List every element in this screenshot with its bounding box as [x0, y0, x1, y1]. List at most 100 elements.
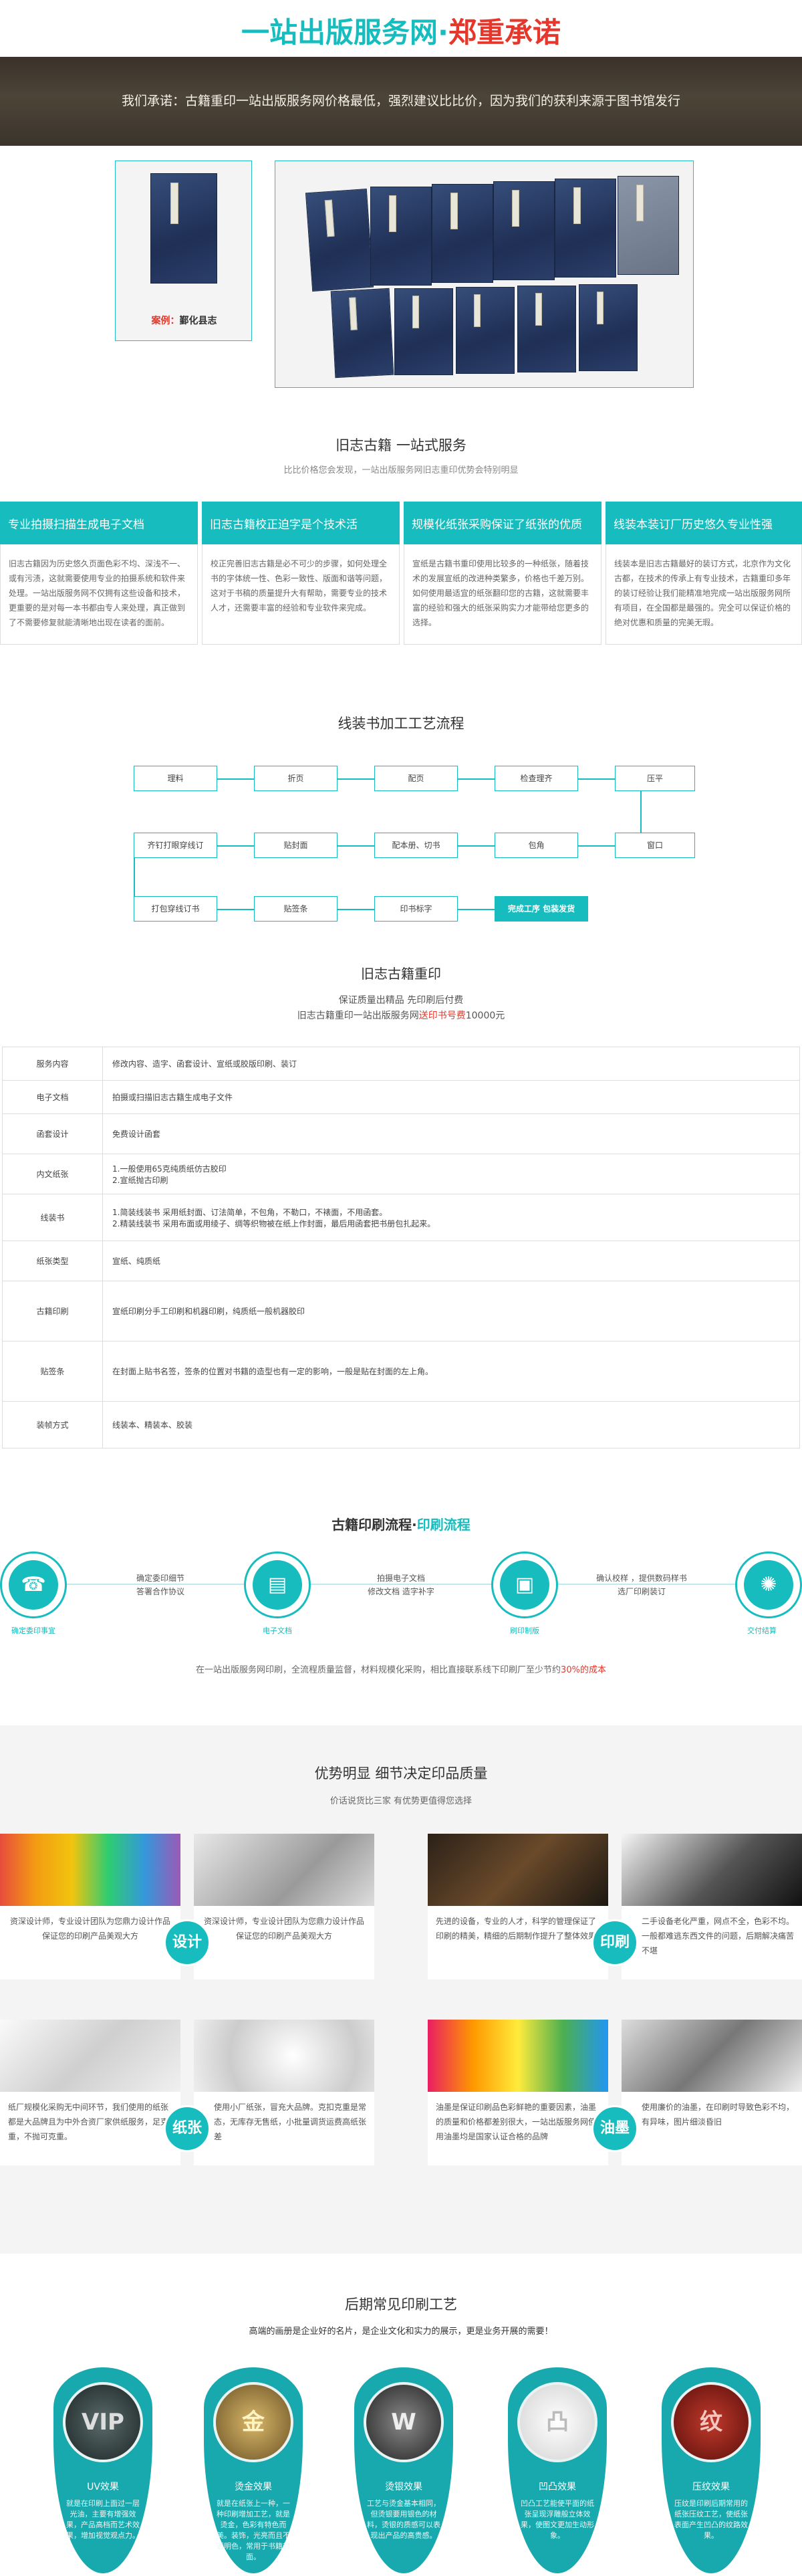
- promise-word: 郑重承诺: [448, 16, 561, 49]
- pricing-line2: 旧志古籍重印一站出版服务网送印书号费10000元: [0, 1008, 802, 1022]
- table-row: 服务内容 修改内容、造字、函套设计、宣纸或胶版印刷、装订: [2, 1047, 800, 1081]
- craft-name: 烫银效果: [385, 2482, 422, 2492]
- case-photo-set: [275, 160, 694, 388]
- pricing-line2-post: 10000元: [465, 1010, 505, 1021]
- step-circle: ▣: [491, 1551, 558, 1618]
- table-row: 电子文档 拍摄或扫描旧志古籍生成电子文件: [2, 1080, 800, 1114]
- case-photo-single: 案例：鄞化县志: [115, 160, 252, 341]
- quality-photo: [194, 2020, 374, 2092]
- pricing-line1: 保证质量出精品 先印刷后付费: [338, 995, 464, 1006]
- flow-step: 齐钉打眼穿线订: [134, 833, 217, 858]
- craft-card: 纹 压纹效果 压纹是印刷后期常用的纸张压纹工艺，使纸张表面产生凹凸的纹路效果。: [662, 2367, 761, 2573]
- flow-step: 配本册、切书: [374, 833, 458, 858]
- table-value: 线装本、精装本、胶装: [102, 1401, 800, 1448]
- id-card-icon: ▣: [500, 1560, 549, 1610]
- craft-card: 凸 凹凸效果 凹凸工艺能使平面的纸张呈现浮雕般立体效果，使图文更加生动形象。: [508, 2367, 607, 2573]
- quality-photo: [194, 1834, 374, 1906]
- book-image: [579, 284, 638, 371]
- step-label: 电子文档: [263, 1626, 292, 1635]
- table-key: 线装书: [2, 1194, 103, 1241]
- craft-desc: 就是在纸张上一种，一种印刷增加工艺，就是烫金，色彩有特色而美。装饰，光亮而且不透…: [217, 2499, 290, 2561]
- table-row: 线装书 1.简装线装书 采用纸封面、订法简单，不包角，不勒口，不裱面，不用函套。 2…: [2, 1194, 800, 1241]
- table-value: 修改内容、造字、函套设计、宣纸或胶版印刷、装订: [102, 1047, 800, 1081]
- flow-step: 贴封面: [254, 833, 338, 858]
- quality-badge: 纸张: [164, 2105, 211, 2152]
- table-value: 在封面上贴书名签，签条的位置对书籍的造型也有一定的影响，一般是贴在封面的左上角。: [102, 1341, 800, 1402]
- quality-photo: [0, 2020, 180, 2092]
- print-flow-note: 在一站出版服务网印刷，全流程质量监督，材料规模化采购，相比直接联系线下印刷厂至少…: [0, 1662, 802, 1675]
- quality-photo: [622, 2020, 802, 2092]
- step-circle: ▤: [244, 1551, 311, 1618]
- step-label: 确定委印事宜: [11, 1626, 55, 1635]
- feature-grid: 专业拍摄扫描生成电子文档 旧志古籍因为历史悠久页面色彩不均、深浅不一、或有污渍，…: [0, 502, 802, 645]
- quality-subtitle: 价话说货比三家 有优势更值得您选择: [329, 1796, 473, 1806]
- quality-photo: [0, 1834, 180, 1906]
- quality-text: 油墨是保证印刷品色彩鲜艳的重要因素，油墨的质量和价格都差别很大，一站出版服务网使…: [428, 2092, 608, 2165]
- feature-text: 线装本是旧志古籍最好的装订方式，北京作为文化古都，在技术的传承上有专业技术，古籍…: [606, 544, 802, 645]
- craft-mark: W: [391, 2409, 416, 2436]
- quality-text: 使用小厂纸张，冒充大品牌。克扣克重是常态，无库存无售纸，小批量调货运费高纸张差: [194, 2092, 374, 2165]
- flow-step: 压平: [615, 766, 695, 791]
- feature-title: 专业拍摄扫描生成电子文档: [0, 502, 198, 544]
- book-image: [305, 188, 374, 292]
- step-label: 交付结算: [747, 1626, 777, 1635]
- table-key: 电子文档: [2, 1080, 103, 1114]
- step-label: 刷印制版: [510, 1626, 539, 1635]
- case-caption-red: 案例：: [151, 316, 180, 326]
- quality-badge: 设计: [164, 1919, 211, 1966]
- book-image: [618, 176, 679, 275]
- table-key: 内文纸张: [2, 1154, 103, 1194]
- table-row: 纸张类型 宣纸、纯质纸: [2, 1241, 800, 1281]
- crafts-subtitle: 高端的画册是企业好的名片，是企业文化和实力的展示，更是业务开展的需要！: [249, 2327, 553, 2337]
- quality-title: 优势明显 细节决定印品质量: [314, 1765, 488, 1782]
- case-caption: 案例：鄞化县志: [116, 314, 253, 327]
- intro-title: 旧志古籍 一站式服务: [336, 437, 466, 453]
- table-key: 服务内容: [2, 1047, 103, 1081]
- table-value-line: 1.简装线装书 采用纸封面、订法简单，不包角，不勒口，不裱面，不用函套。: [112, 1207, 388, 1217]
- step-circle: ✺: [735, 1551, 802, 1618]
- craft-card: W 烫银效果 工艺与烫金基本相同，但烫银要用银色的材料，烫银的质感可以表现出产品…: [354, 2367, 453, 2573]
- step-circle: ☎: [0, 1551, 67, 1618]
- feature-text: 宣纸是古籍书重印使用比较多的一种纸张，随着技术的发展宣纸的改进种类繁多，价格也千…: [404, 544, 602, 645]
- book-image: [517, 286, 576, 372]
- book-image: [394, 288, 453, 375]
- table-key: 装帧方式: [2, 1401, 103, 1448]
- table-key: 函套设计: [2, 1113, 103, 1154]
- print-flow-title-teal: 印刷流程: [416, 1517, 471, 1533]
- table-value-line: 2.精装线装书 采用布面或用绫子、绸等织物被在纸上作封面，最后用函套把书册包扎起…: [112, 1218, 436, 1228]
- top-banner: 一站出版服务网·郑重承诺: [0, 0, 802, 57]
- table-key: 古籍印刷: [2, 1281, 103, 1341]
- pricing-line2-pre: 旧志古籍重印一站出版服务网: [297, 1010, 419, 1021]
- quality-photo: [428, 2020, 608, 2092]
- table-value-line: 2.宣纸抛古印刷: [112, 1175, 168, 1185]
- feature-card: 规模化纸张采购保证了纸张的优质 宣纸是古籍书重印使用比较多的一种纸张，随着技术的…: [404, 502, 602, 645]
- flow-step-final: 完成工序 包装发货: [495, 896, 588, 922]
- craft-image: 纹: [671, 2382, 751, 2462]
- craft-card: VIP UV效果 就是在印刷上面过一层光油，主要有增强效果，产品高档而艺术效果，…: [53, 2367, 152, 2573]
- step-desc: 确定委印细节 答署合作协议: [136, 1574, 184, 1596]
- book-image: [555, 179, 616, 278]
- table-row: 贴签条 在封面上贴书名签，签条的位置对书籍的造型也有一定的影响，一般是贴在封面的左…: [2, 1341, 800, 1402]
- brand-dot: ·: [438, 16, 448, 49]
- quality-text: 纸厂规模化采购无中间环节，我们使用的纸张都是大品牌且为中外合资厂家供纸服务，足克…: [0, 2092, 180, 2165]
- service-table: 服务内容 修改内容、造字、函套设计、宣纸或胶版印刷、装订 电子文档 拍摄或扫描旧志古…: [2, 1047, 800, 1448]
- book-image: [456, 287, 515, 374]
- craft-name: 凹凸效果: [539, 2482, 576, 2492]
- feature-text: 校正完善旧志古籍是必不可少的步骤，如何处理全书的字体统一性、色彩一致性、版面和谐…: [202, 544, 400, 645]
- craft-image: W: [364, 2382, 444, 2462]
- brand-headline: 一站出版服务网·郑重承诺: [0, 10, 802, 51]
- craft-desc: 就是在印刷上面过一层光油，主要有增强效果，产品高档而艺术效果，增加视觉观点力。: [66, 2499, 140, 2540]
- case-caption-black: 鄞化县志: [179, 316, 217, 326]
- print-flow-title: 古籍印刷流程·印刷流程: [0, 1514, 802, 1533]
- quality-badge: 印刷: [591, 1919, 638, 1966]
- flow-step: 包角: [495, 833, 578, 858]
- table-key: 贴签条: [2, 1341, 103, 1402]
- book-image: [432, 184, 493, 283]
- quality-badge: 油墨: [591, 2105, 638, 2152]
- book-image: [330, 288, 394, 379]
- feature-title: 规模化纸张采购保证了纸张的优质: [404, 502, 602, 544]
- craft-mark: 纹: [700, 2409, 722, 2436]
- quality-photo: [622, 1834, 802, 1906]
- print-flow-title-black: 古籍印刷流程·: [331, 1517, 417, 1533]
- table-key: 纸张类型: [2, 1241, 103, 1281]
